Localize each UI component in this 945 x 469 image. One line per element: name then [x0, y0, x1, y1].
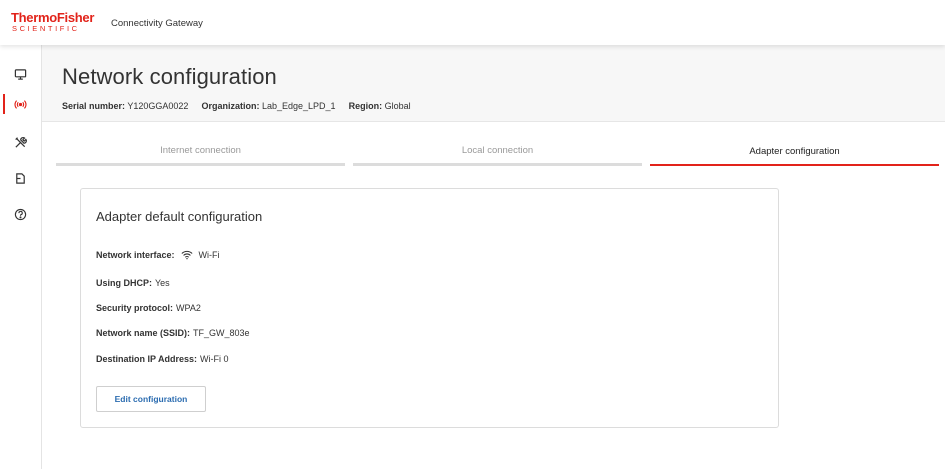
- sidebar-item-documents[interactable]: [0, 165, 41, 191]
- wifi-icon: [181, 250, 193, 260]
- network-signal-icon: [14, 99, 27, 109]
- logo-wordmark: ThermoFisher: [11, 10, 95, 25]
- field-destination-ip: Destination IP Address: Wi-Fi 0: [96, 354, 229, 364]
- adapter-config-card: Adapter default configuration Network in…: [80, 188, 779, 428]
- tab-internet-connection[interactable]: Internet connection: [56, 138, 345, 166]
- page-header: Network configuration Serial number: Y12…: [42, 45, 945, 122]
- tab-adapter-configuration[interactable]: Adapter configuration: [650, 138, 939, 166]
- field-security-protocol: Security protocol: WPA2: [96, 303, 201, 313]
- document-icon: [16, 172, 25, 184]
- field-value: Yes: [155, 278, 170, 288]
- tab-local-connection[interactable]: Local connection: [353, 138, 642, 166]
- edit-configuration-button[interactable]: Edit configuration: [96, 386, 206, 412]
- monitor-icon: [14, 68, 27, 80]
- field-network-name: Network name (SSID): TF_GW_803e: [96, 328, 250, 338]
- field-value: Wi-Fi 0: [200, 354, 229, 364]
- organization-value: Lab_Edge_LPD_1: [261, 101, 336, 111]
- field-label: Destination IP Address:: [96, 354, 198, 364]
- field-label: Security protocol:: [96, 303, 174, 313]
- tab-label: Local connection: [461, 145, 534, 156]
- field-network-interface: Network interface: Wi-Fi: [96, 250, 220, 260]
- field-value: TF_GW_803e: [193, 328, 250, 338]
- logo-subtitle: SCIENTIFIC: [12, 24, 80, 33]
- organization-label: Organization:: [201, 101, 260, 111]
- help-icon: [14, 208, 27, 220]
- app-title: Connectivity Gateway: [111, 18, 203, 29]
- device-meta: Serial number: Y120GGA0022 Organization:…: [62, 101, 411, 111]
- tab-label: Adapter configuration: [749, 145, 840, 157]
- field-using-dhcp: Using DHCP: Yes: [96, 278, 170, 288]
- tools-icon: [15, 136, 27, 148]
- thermo-fisher-logo[interactable]: ThermoFisher SCIENTIFIC: [11, 10, 95, 33]
- field-label: Network name (SSID):: [96, 328, 191, 338]
- sidebar-item-devices[interactable]: [0, 61, 41, 87]
- field-value: WPA2: [176, 303, 201, 313]
- field-label: Network interface:: [96, 250, 175, 260]
- card-title: Adapter default configuration: [96, 209, 263, 224]
- sidebar-nav: [0, 45, 42, 469]
- region-label: Region:: [348, 101, 383, 111]
- sidebar-item-help[interactable]: [0, 201, 41, 227]
- tab-label: Internet connection: [160, 145, 241, 156]
- config-tabs: Internet connection Local connection Ada…: [56, 138, 939, 168]
- sidebar-item-tools[interactable]: [0, 129, 41, 155]
- region-value: Global: [384, 101, 411, 111]
- serial-label: Serial number:: [62, 101, 126, 111]
- sidebar-item-network[interactable]: [0, 91, 41, 117]
- field-label: Using DHCP:: [96, 278, 152, 288]
- page-title: Network configuration: [62, 64, 277, 89]
- serial-value: Y120GGA0022: [127, 101, 189, 111]
- top-header: ThermoFisher SCIENTIFIC Connectivity Gat…: [0, 0, 945, 45]
- field-value: Wi-Fi: [198, 250, 220, 260]
